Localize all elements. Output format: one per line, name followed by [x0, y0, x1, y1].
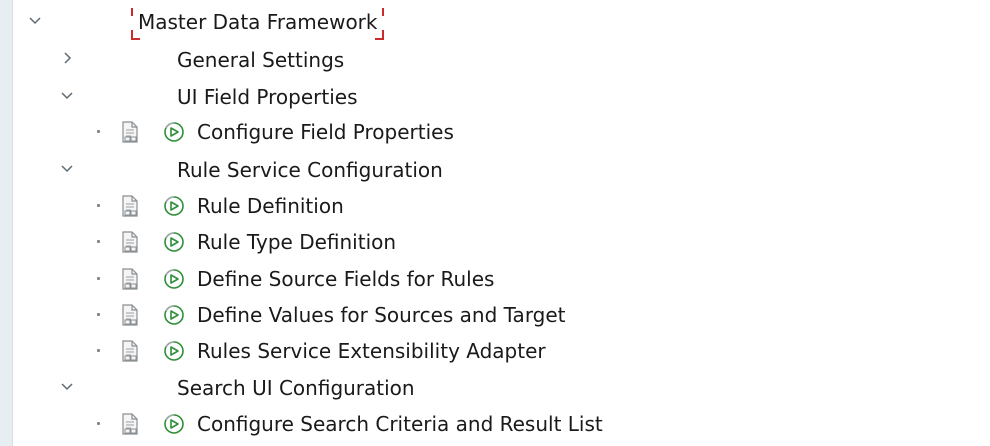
tree-node-label: Search UI Configuration: [177, 376, 415, 400]
tree-node-label: General Settings: [177, 48, 345, 72]
tree-leaf-dot: [97, 349, 100, 352]
tree-node-configure-search-criteria-and-result-list[interactable]: Configure Search Criteria and Result Lis…: [13, 406, 990, 443]
customizing-tree: Master Data Framework General Settings U…: [12, 0, 990, 446]
execute-icon[interactable]: [163, 195, 185, 217]
tree-node-general-settings[interactable]: General Settings: [13, 42, 990, 79]
tree-node-search-ui-configuration[interactable]: Search UI Configuration: [13, 370, 990, 407]
tree-node-configure-field-properties[interactable]: Configure Field Properties: [13, 114, 990, 151]
focus-indicator: Master Data Framework: [131, 8, 385, 40]
tree-node-define-values-for-sources-and-target[interactable]: Define Values for Sources and Target: [13, 297, 990, 334]
execute-icon[interactable]: [163, 268, 185, 290]
execute-icon[interactable]: [163, 340, 185, 362]
document-icon[interactable]: [120, 413, 140, 435]
document-icon[interactable]: [120, 340, 140, 362]
tree-node-label: Rule Definition: [197, 194, 344, 218]
chevron-right-icon[interactable]: [59, 50, 75, 66]
tree-node-label: Master Data Framework: [138, 10, 378, 34]
tree-node-ui-field-properties[interactable]: UI Field Properties: [13, 79, 990, 116]
document-icon[interactable]: [120, 268, 140, 290]
execute-icon[interactable]: [163, 413, 185, 435]
tree-node-rule-service-configuration[interactable]: Rule Service Configuration: [13, 152, 990, 189]
chevron-down-icon[interactable]: [59, 160, 75, 176]
document-icon[interactable]: [120, 121, 140, 143]
tree-node-master-data-framework[interactable]: Master Data Framework: [13, 4, 990, 41]
chevron-down-icon[interactable]: [59, 378, 75, 394]
tree-node-label: UI Field Properties: [177, 85, 358, 109]
document-icon[interactable]: [120, 304, 140, 326]
tree-node-label: Rule Type Definition: [197, 230, 397, 254]
tree-leaf-dot: [97, 277, 100, 280]
tree-leaf-dot: [97, 204, 100, 207]
tree-node-rules-service-extensibility-adapter[interactable]: Rules Service Extensibility Adapter: [13, 333, 990, 370]
tree-node-label: Rules Service Extensibility Adapter: [197, 339, 546, 363]
tree-node-rule-definition[interactable]: Rule Definition: [13, 188, 990, 225]
tree-node-label: Define Values for Sources and Target: [197, 303, 566, 327]
execute-icon[interactable]: [163, 231, 185, 253]
tree-leaf-dot: [97, 313, 100, 316]
tree-leaf-dot: [97, 240, 100, 243]
tree-node-rule-type-definition[interactable]: Rule Type Definition: [13, 224, 990, 261]
chevron-down-icon[interactable]: [59, 87, 75, 103]
tree-node-label: Rule Service Configuration: [177, 158, 443, 182]
tree-node-label: Define Source Fields for Rules: [197, 267, 495, 291]
execute-icon[interactable]: [163, 304, 185, 326]
chevron-down-icon[interactable]: [27, 12, 43, 28]
execute-icon[interactable]: [163, 121, 185, 143]
tree-node-label: Configure Search Criteria and Result Lis…: [197, 412, 603, 436]
tree-node-define-source-fields-for-rules[interactable]: Define Source Fields for Rules: [13, 261, 990, 298]
document-icon[interactable]: [120, 231, 140, 253]
document-icon[interactable]: [120, 195, 140, 217]
tree-node-label: Configure Field Properties: [197, 120, 454, 144]
tree-leaf-dot: [97, 422, 100, 425]
tree-leaf-dot: [97, 130, 100, 133]
